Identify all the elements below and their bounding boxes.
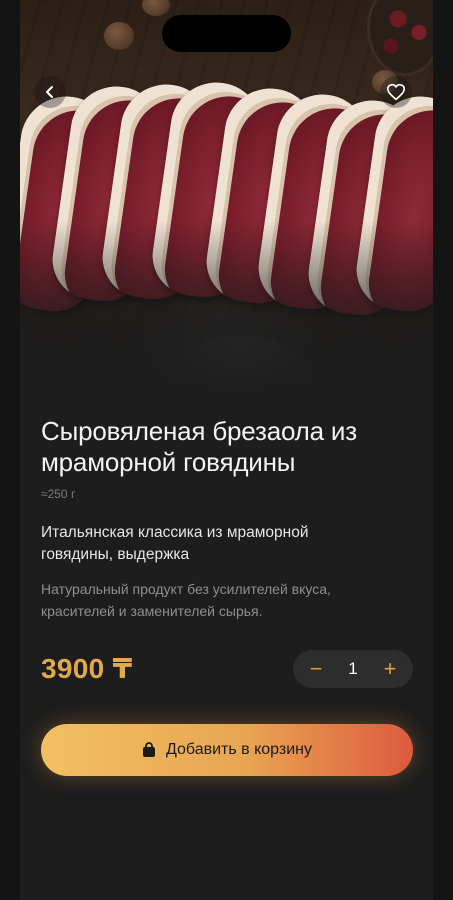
product-screen: Сыровяленая брезаола из мраморной говяди… [20, 0, 433, 900]
increase-button[interactable]: + [381, 658, 399, 680]
nut-decoration [104, 22, 134, 50]
decrease-button[interactable]: − [307, 658, 325, 680]
favorite-button[interactable] [380, 76, 412, 108]
quantity-stepper: − 1 + [293, 650, 413, 688]
image-fade [20, 220, 433, 390]
add-to-cart-label: Добавить в корзину [165, 741, 312, 758]
product-title: Сыровяленая брезаола из мраморной говяди… [41, 416, 357, 477]
heart-icon [387, 83, 405, 101]
shopping-bag-icon [142, 742, 155, 757]
quantity-value: 1 [348, 659, 358, 678]
product-price: 3900 ₸ [41, 653, 133, 684]
product-weight: ≈250 г [41, 487, 76, 501]
camera-notch [162, 15, 291, 52]
chevron-left-icon [46, 86, 53, 98]
product-description: Натуральный продукт без усилителей вкуса… [41, 581, 331, 619]
back-button[interactable] [34, 76, 66, 108]
product-image [20, 0, 433, 390]
add-to-cart-button[interactable]: Добавить в корзину [41, 724, 413, 776]
product-subtitle: Итальянская классика из мраморной говяди… [41, 524, 309, 563]
